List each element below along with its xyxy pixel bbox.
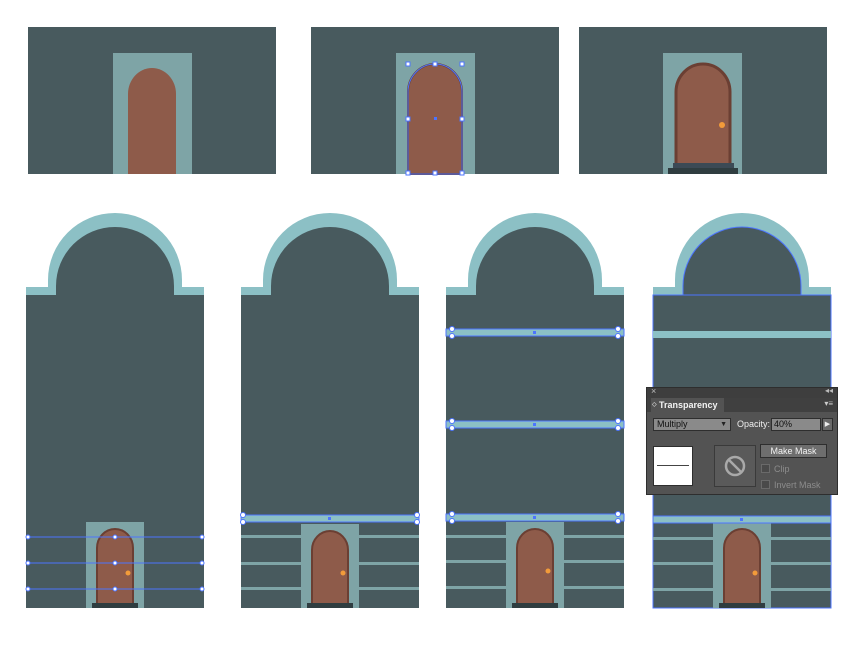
close-icon[interactable]: × — [651, 386, 656, 396]
opacity-label: Opacity: — [737, 419, 771, 429]
step-3-building — [579, 27, 827, 174]
invert-mask-checkbox[interactable] — [761, 480, 770, 489]
thumbnail-line — [657, 465, 689, 466]
tab-label: Transparency — [659, 400, 718, 410]
mask-thumbnail[interactable] — [714, 445, 756, 487]
clip-label: Clip — [774, 464, 790, 474]
blend-mode-select[interactable]: Multiply ▼ — [653, 418, 731, 431]
opacity-input[interactable]: 40% — [771, 418, 821, 431]
panel-menu-icon[interactable]: ▾≡ — [824, 399, 833, 408]
panel-title-bar[interactable]: × ◂◂ — [647, 386, 837, 398]
collapse-icon[interactable]: ◂◂ — [825, 386, 833, 395]
illustration-canvas[interactable] — [0, 0, 850, 648]
door-knob-icon — [719, 122, 725, 128]
step-4-building — [25, 213, 205, 608]
make-mask-button[interactable]: Make Mask — [760, 444, 827, 458]
blend-mode-value: Multiply — [657, 419, 688, 429]
opacity-slider-button[interactable]: ▶ — [822, 418, 833, 431]
prohibited-icon — [724, 455, 746, 477]
tab-transparency[interactable]: ◇ Transparency — [651, 398, 724, 412]
step-1-building — [28, 27, 276, 174]
invert-mask-label: Invert Mask — [774, 480, 821, 490]
step-2-building — [311, 27, 559, 176]
tab-arrows-icon: ◇ — [652, 402, 657, 408]
clip-checkbox[interactable] — [761, 464, 770, 473]
step-6-building — [445, 213, 625, 608]
panel-tab-row: ◇ Transparency — [647, 398, 837, 412]
chevron-down-icon: ▼ — [720, 421, 727, 428]
object-thumbnail[interactable] — [653, 446, 693, 486]
step-5-building — [240, 213, 420, 608]
transparency-panel: × ◂◂ ◇ Transparency ▾≡ Multiply ▼ Opacit… — [646, 386, 838, 495]
